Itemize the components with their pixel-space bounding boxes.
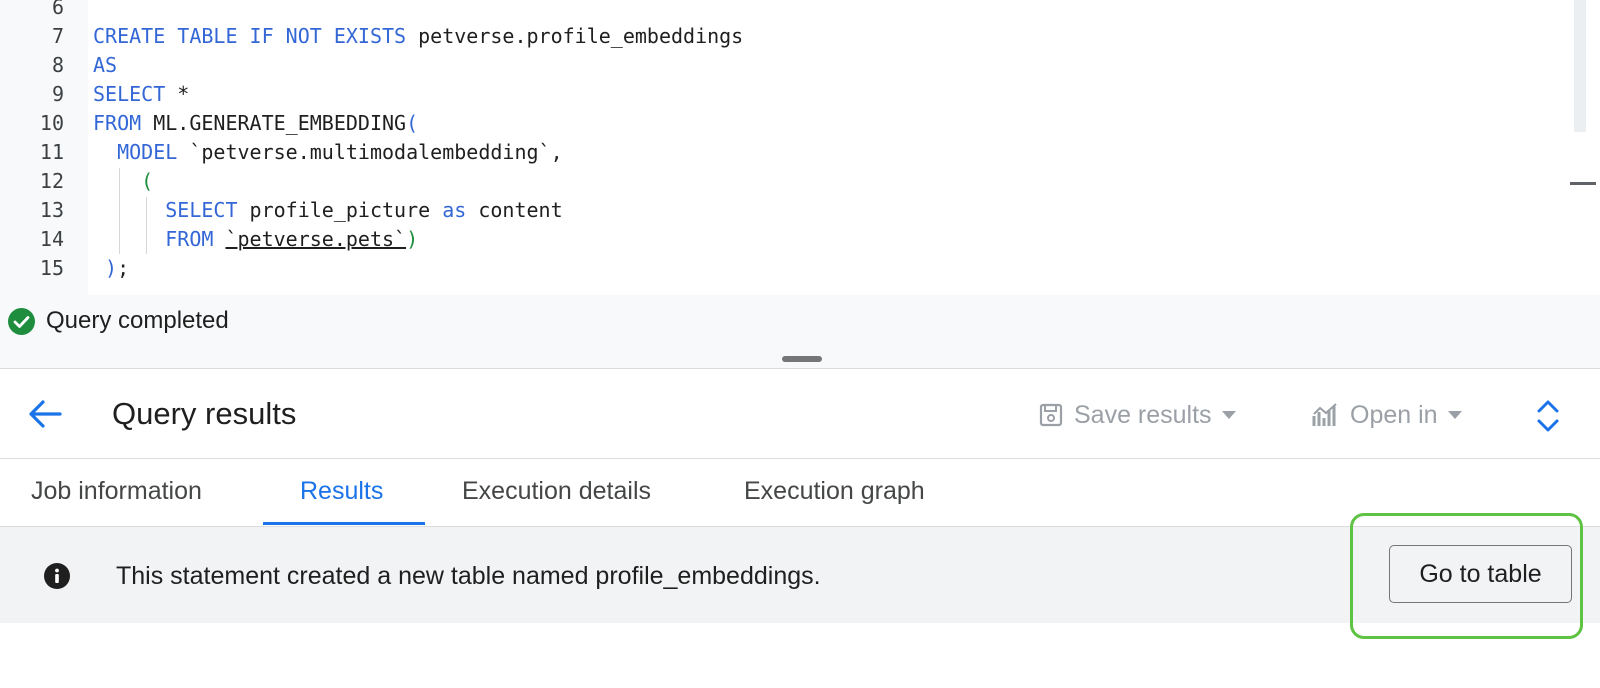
dropdown-caret-icon [1221,411,1236,419]
status-text: Query completed [46,307,229,334]
line-number: 15 [39,256,64,280]
line-number: 14 [39,227,64,251]
chart-icon [1312,403,1337,426]
code-token: SELECT [93,82,166,106]
code-token: ) [406,227,419,251]
code-text: CREATE TABLE IF NOT EXISTS petverse.prof… [93,22,743,51]
go-to-table-button[interactable]: Go to table [1389,545,1572,603]
code-token: ; [117,256,130,280]
code-token: as [442,198,467,222]
line-number: 10 [39,111,64,135]
code-line: 8 AS [0,51,1560,80]
code-token: AS [93,53,118,77]
code-line: 10 FROM ML.GENERATE_EMBEDDING( [0,109,1560,138]
save-results-button[interactable]: Save results [1038,398,1236,432]
sql-editor[interactable]: 6 7 CREATE TABLE IF NOT EXISTS petverse.pr… [0,0,1600,295]
save-results-label: Save results [1074,400,1212,429]
expand-collapse-icon[interactable] [1535,398,1561,434]
code-text: FROM `petverse.pets`) [93,225,418,254]
tab-execution-graph[interactable]: Execution graph [744,474,925,508]
code-line: 15 ); [0,254,1560,283]
line-number: 8 [51,53,64,77]
code-token: ( [406,111,419,135]
code-text: AS [93,51,117,80]
tab-job-information[interactable]: Job information [31,474,202,508]
code-token: FROM [93,227,214,251]
minimap-cursor-mark [1570,182,1596,185]
open-in-label: Open in [1350,400,1438,429]
resize-handle[interactable] [782,356,822,362]
line-number: 12 [39,169,64,193]
code-token: ML.GENERATE_EMBEDDING [141,111,407,135]
code-token: CREATE TABLE IF NOT EXISTS [93,24,407,48]
code-line: 9 SELECT * [0,80,1560,109]
code-token: * [165,82,190,106]
info-icon [44,563,70,589]
code-text: MODEL `petverse.multimodalembedding`, [93,138,563,167]
banner-message: This statement created a new table named… [116,562,821,590]
check-circle-icon [8,308,35,335]
code-token: profile_picture [237,198,443,222]
code-text: ( [93,167,153,196]
code-token: `petverse.pets` [225,227,407,251]
line-number: 7 [51,24,64,48]
line-number: 13 [39,198,64,222]
tab-execution-details[interactable]: Execution details [462,474,651,508]
code-token: petverse.profile_embeddings [406,24,744,48]
code-text: SELECT profile_picture as content [93,196,563,225]
code-token: ( [93,169,154,193]
editor-scrollbar[interactable] [1574,0,1586,132]
indent-guide [119,168,120,254]
code-line: 7 CREATE TABLE IF NOT EXISTS petverse.pro… [0,22,1560,51]
code-token: `petverse.multimodalembedding`, [177,140,563,164]
code-text: SELECT * [93,80,189,109]
dropdown-caret-icon [1447,411,1462,419]
indent-guide [146,197,147,254]
tab-results[interactable]: Results [300,474,383,508]
code-line: 12 ( [0,167,1560,196]
open-in-button[interactable]: Open in [1312,398,1462,432]
code-line: 13 SELECT profile_picture as content [0,196,1560,225]
back-arrow-icon[interactable] [26,396,64,432]
code-line: 14 FROM `petverse.pets`) [0,225,1560,254]
code-token: SELECT [93,198,238,222]
panel-divider [0,368,1600,369]
line-number: 11 [39,140,64,164]
code-token: FROM [93,111,142,135]
header-divider [0,458,1600,459]
code-text: FROM ML.GENERATE_EMBEDDING( [93,109,418,138]
active-tab-indicator [263,522,425,525]
code-line: 11 MODEL `petverse.multimodalembedding`, [0,138,1560,167]
code-text: ); [93,254,129,283]
code-line: 6 [0,0,1560,22]
save-icon [1039,403,1063,427]
code-token: ) [93,256,118,280]
code-token: content [466,198,563,222]
line-number: 6 [51,0,64,19]
line-number: 9 [51,82,64,106]
code-token: MODEL [93,140,178,164]
page-title: Query results [112,396,297,431]
